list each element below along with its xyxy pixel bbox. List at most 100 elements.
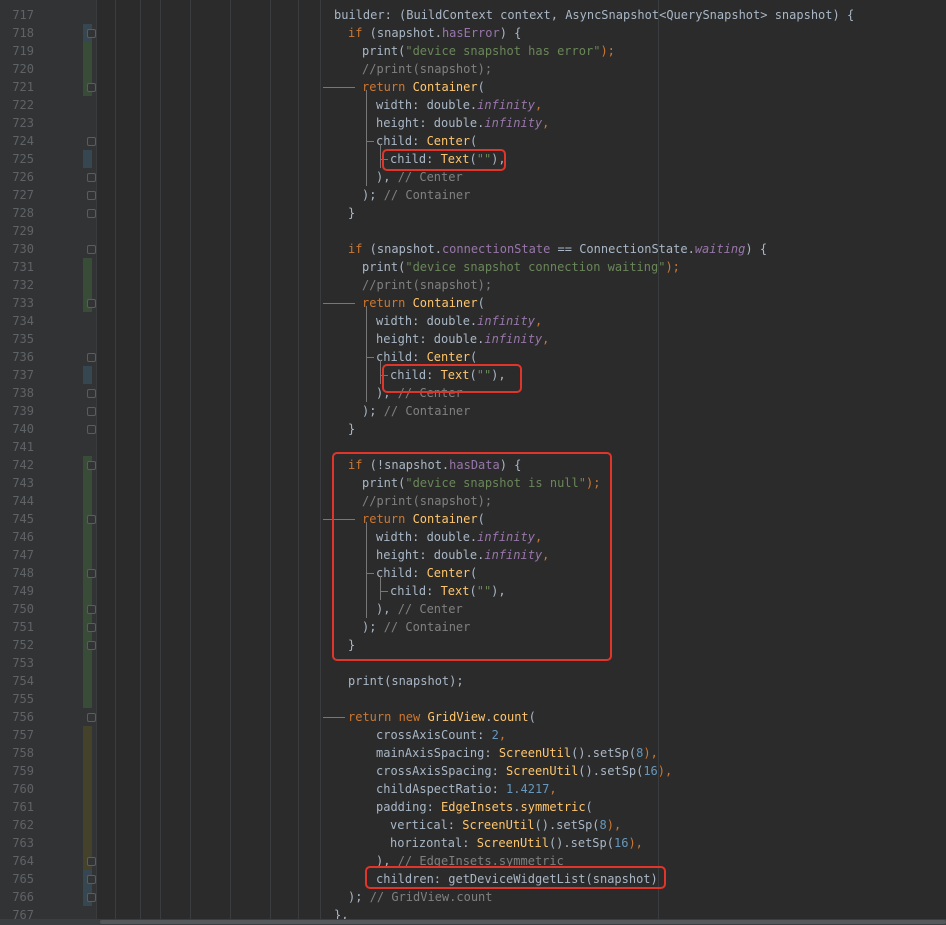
code-token: 8 [599, 818, 607, 832]
fold-toggle-icon[interactable] [87, 713, 96, 722]
fold-toggle-icon[interactable] [87, 857, 96, 866]
code-token: ScreenUtil [462, 818, 535, 832]
code-token: ScreenUtil [498, 746, 572, 760]
indent-guide-line [115, 0, 116, 925]
code-line[interactable]: mainAxisSpacing: ScreenUtil().setSp(8), [376, 744, 658, 762]
code-token: ( [585, 800, 593, 814]
code-token: height: double. [376, 116, 485, 130]
code-token: ScreenUtil [476, 836, 549, 850]
code-line[interactable]: width: double.infinity, [376, 96, 542, 114]
code-token: ().setSp( [578, 764, 644, 778]
fold-toggle-icon[interactable] [87, 569, 96, 578]
fold-toggle-icon[interactable] [87, 425, 96, 434]
horizontal-scrollbar[interactable] [0, 919, 946, 925]
code-line[interactable]: ); // Container [362, 186, 470, 204]
line-number: 718 [12, 26, 34, 40]
code-line[interactable]: horizontal: ScreenUtil().setSp(16), [390, 834, 643, 852]
code-line[interactable]: builder: (BuildContext context, AsyncSna… [334, 6, 854, 24]
line-number: 739 [12, 404, 34, 418]
code-line[interactable]: height: double.infinity, [376, 114, 549, 132]
fold-toggle-icon[interactable] [87, 461, 96, 470]
code-token: ) { [745, 242, 768, 256]
outline-guide [380, 360, 381, 384]
code-line[interactable]: ); // Container [362, 402, 470, 420]
code-token: , [498, 728, 507, 742]
line-number: 762 [12, 818, 34, 832]
fold-toggle-icon[interactable] [87, 137, 96, 146]
code-line[interactable]: //print(snapshot); [362, 60, 492, 78]
fold-toggle-icon[interactable] [87, 623, 96, 632]
fold-toggle-icon[interactable] [87, 641, 96, 650]
fold-toggle-icon[interactable] [87, 209, 96, 218]
line-number: 726 [12, 170, 34, 184]
code-token: , [534, 98, 543, 112]
scrollbar-thumb[interactable] [100, 920, 946, 924]
fold-toggle-icon[interactable] [87, 29, 96, 38]
fold-toggle-icon[interactable] [87, 407, 96, 416]
code-line[interactable]: if (snapshot.hasError) { [348, 24, 521, 42]
code-line[interactable]: } [348, 204, 355, 222]
code-token: ) { [499, 26, 522, 40]
code-line[interactable]: height: double.infinity, [376, 330, 549, 348]
code-line[interactable]: padding: EdgeInsets.symmetric( [376, 798, 593, 816]
fold-toggle-icon[interactable] [87, 875, 96, 884]
code-token: 1.4217 [506, 782, 550, 796]
code-token: infinity [477, 314, 535, 328]
code-line[interactable]: print(snapshot); [348, 672, 464, 690]
code-line[interactable]: print("device snapshot connection waitin… [362, 258, 680, 276]
fold-toggle-icon[interactable] [87, 83, 96, 92]
code-line[interactable]: if (snapshot.connectionState == Connecti… [348, 240, 767, 258]
fold-toggle-icon[interactable] [87, 353, 96, 362]
fold-toggle-icon[interactable] [87, 299, 96, 308]
code-line[interactable]: width: double.infinity, [376, 312, 542, 330]
code-line[interactable]: return new GridView.count( [348, 708, 536, 726]
code-line[interactable]: } [348, 420, 355, 438]
code-line[interactable]: //print(snapshot); [362, 276, 492, 294]
code-line[interactable]: ); // GridView.count [348, 888, 493, 906]
code-token: (snapshot. [362, 26, 442, 40]
indent-guide-line [658, 0, 659, 925]
line-number: 756 [12, 710, 34, 724]
line-number: 752 [12, 638, 34, 652]
fold-toggle-icon[interactable] [87, 893, 96, 902]
code-token: waiting [694, 242, 746, 256]
outline-guide [323, 87, 355, 88]
code-token: width: double. [376, 98, 478, 112]
code-line[interactable]: return Container( [362, 78, 485, 96]
code-token: //print(snapshot); [362, 62, 493, 76]
fold-toggle-icon[interactable] [87, 245, 96, 254]
fold-toggle-icon[interactable] [87, 389, 96, 398]
line-number: 754 [12, 674, 34, 688]
fold-toggle-icon[interactable] [87, 173, 96, 182]
code-token: == ConnectionState. [550, 242, 695, 256]
fold-toggle-icon[interactable] [87, 515, 96, 524]
fold-toggle-icon[interactable] [87, 191, 96, 200]
code-token: // Container [383, 404, 471, 418]
indent-guide-line [160, 0, 161, 925]
line-number: 747 [12, 548, 34, 562]
vcs-change-marker[interactable] [83, 366, 92, 384]
indent-guide-line [140, 0, 141, 925]
code-token: . [513, 800, 521, 814]
vcs-change-marker[interactable] [83, 726, 92, 870]
code-line[interactable]: childAspectRatio: 1.4217, [376, 780, 557, 798]
code-token: connectionState [441, 242, 551, 256]
code-line[interactable]: vertical: ScreenUtil().setSp(8), [390, 816, 621, 834]
code-line[interactable]: crossAxisCount: 2, [376, 726, 506, 744]
code-line[interactable]: print("device snapshot has error"); [362, 42, 615, 60]
vcs-change-marker[interactable] [83, 456, 92, 708]
line-number: 724 [12, 134, 34, 148]
code-token: symmetric [520, 800, 586, 814]
code-editor[interactable]: 717 718 719 720 721 722 723 724 725 726 727 728 729 7… [0, 0, 946, 925]
fold-toggle-icon[interactable] [87, 605, 96, 614]
code-token: ), [643, 746, 658, 760]
code-token: (snapshot. [362, 242, 442, 256]
code-line[interactable]: child: Center( [376, 132, 477, 150]
vcs-change-marker[interactable] [83, 150, 92, 168]
code-token: ().setSp( [548, 836, 614, 850]
code-token: ( [469, 134, 478, 148]
code-line[interactable]: crossAxisSpacing: ScreenUtil().setSp(16)… [376, 762, 672, 780]
line-number: 720 [12, 62, 34, 76]
code-token: if [348, 26, 363, 40]
code-line[interactable]: return Container( [362, 294, 485, 312]
